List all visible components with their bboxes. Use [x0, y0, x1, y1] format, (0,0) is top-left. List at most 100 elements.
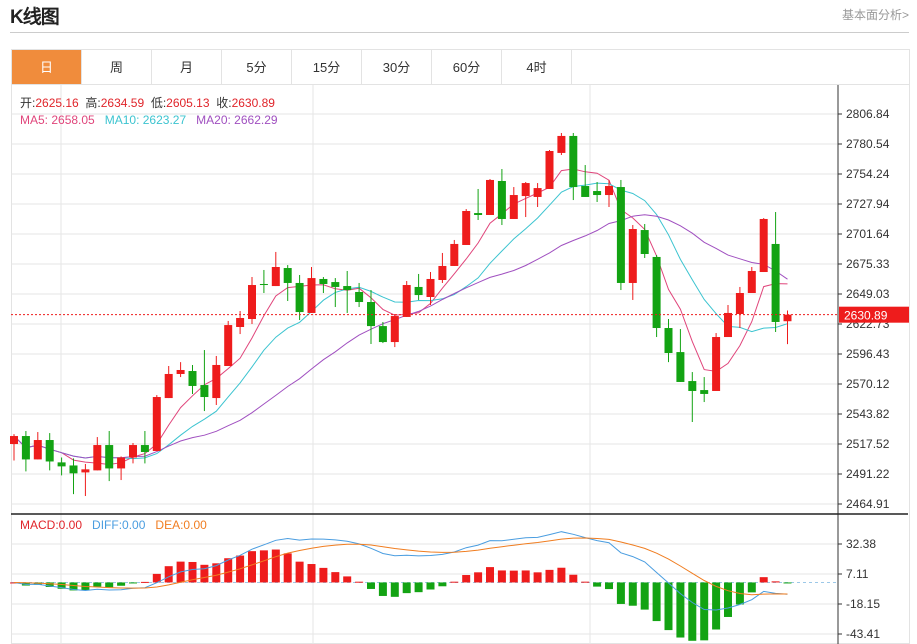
candle-up — [462, 210, 471, 245]
macd-legend: MACD:0.00 DIFF:0.00 DEA:0.00 — [20, 518, 207, 532]
candle-up — [724, 312, 732, 338]
macd-bar — [402, 582, 411, 594]
candle-down — [497, 180, 506, 219]
macd-bar — [140, 581, 149, 583]
price-axis-label: 2596.43 — [846, 347, 890, 361]
candle-down — [664, 328, 673, 353]
macd-bar — [569, 574, 578, 583]
macd-bar — [474, 572, 483, 583]
ohlc-legend: 开:2625.16 高:2634.59 低:2605.13 收:2630.89 — [20, 94, 275, 111]
ma10-value: MA10: 2623.27 — [104, 113, 187, 127]
macd-bar — [355, 581, 364, 583]
macd-bar — [497, 570, 506, 583]
candle-down — [474, 213, 483, 215]
price-axis-label: 2649.03 — [846, 287, 890, 301]
high-value: 2634.59 — [100, 96, 145, 110]
candle-up — [129, 445, 137, 458]
macd-axis-label: 32.38 — [846, 537, 876, 551]
price-axis-label: 2464.91 — [846, 497, 890, 511]
candle-down — [105, 445, 114, 469]
candle-up — [164, 373, 173, 399]
macd-bar — [319, 567, 328, 583]
macd-bar — [616, 582, 625, 604]
candle-up — [533, 188, 542, 197]
candle-down — [593, 191, 602, 196]
candle-down — [700, 390, 709, 394]
candle-up — [605, 186, 613, 196]
candle-down — [69, 465, 78, 474]
candle-down — [688, 381, 697, 391]
candle-up — [224, 325, 233, 367]
candle-up — [783, 314, 792, 322]
ma20-value: MA20: 2662.29 — [196, 113, 278, 127]
candle-down — [343, 286, 352, 291]
candle-down — [640, 230, 649, 254]
candle-down — [331, 282, 340, 287]
macd-bar — [462, 575, 471, 583]
macd-bar — [581, 581, 590, 583]
ma-legend: MA5: 2658.05 MA10: 2623.27 MA20: 2662.29 — [20, 113, 278, 127]
open-label: 开: — [20, 96, 36, 110]
macd-bar — [343, 576, 352, 583]
candle-down — [378, 326, 387, 343]
close-value: 2630.89 — [231, 96, 275, 110]
ma10-line — [13, 182, 788, 460]
macd-bar — [605, 582, 613, 590]
candle-down — [188, 371, 197, 386]
macd-bar — [259, 550, 268, 583]
candle-up — [236, 317, 245, 327]
candle-up — [10, 436, 18, 445]
macd-axis-label: -18.15 — [846, 597, 880, 611]
macd-bar — [533, 572, 542, 583]
diff-value: DIFF:0.00 — [92, 518, 146, 532]
candle-up — [212, 364, 221, 399]
macd-bar — [295, 561, 304, 583]
candle-down — [45, 440, 54, 462]
macd-bar — [283, 553, 292, 583]
low-value: 2605.13 — [166, 96, 210, 110]
macd-bar — [759, 577, 768, 583]
macd-bar — [367, 582, 375, 589]
price-axis-label: 2754.24 — [846, 167, 890, 181]
candle-up — [176, 369, 185, 374]
candle-down — [295, 282, 304, 313]
price-axis-label: 2675.33 — [846, 257, 890, 271]
candle-down — [21, 436, 30, 460]
candle-down — [355, 291, 364, 303]
price-axis-label: 2727.94 — [846, 197, 890, 211]
candle-down — [140, 445, 149, 453]
macd-bar — [378, 582, 387, 596]
macd-bar — [688, 582, 697, 641]
macd-bar — [712, 582, 721, 630]
candle-up — [248, 285, 256, 320]
macd-bar — [640, 582, 649, 610]
macd-bar — [390, 582, 399, 597]
candle-up — [450, 243, 459, 266]
candle-up — [402, 285, 411, 317]
macd-bar — [307, 564, 316, 583]
candle-down — [200, 385, 209, 398]
candle-up — [628, 229, 637, 283]
macd-bar — [521, 570, 530, 583]
candle-down — [676, 352, 685, 382]
candle-up — [486, 179, 494, 215]
macd-bar — [593, 582, 602, 587]
price-axis-label: 2491.22 — [846, 467, 890, 481]
candle-up — [759, 218, 768, 273]
candle-up — [426, 278, 435, 297]
candle-up — [117, 457, 126, 469]
candle-up — [33, 440, 42, 460]
macd-bar — [271, 549, 280, 583]
candle-up — [521, 183, 530, 197]
macd-bar — [486, 567, 494, 583]
candle-up — [438, 265, 447, 281]
candle-up — [735, 293, 744, 314]
price-axis-label: 2570.12 — [846, 377, 890, 391]
candle-down — [569, 135, 578, 188]
macd-bar — [664, 582, 673, 631]
macd-bar — [724, 582, 732, 617]
macd-bar — [450, 581, 459, 583]
macd-bar — [783, 582, 792, 584]
candle-down — [259, 283, 268, 286]
macd-bar — [700, 582, 709, 641]
